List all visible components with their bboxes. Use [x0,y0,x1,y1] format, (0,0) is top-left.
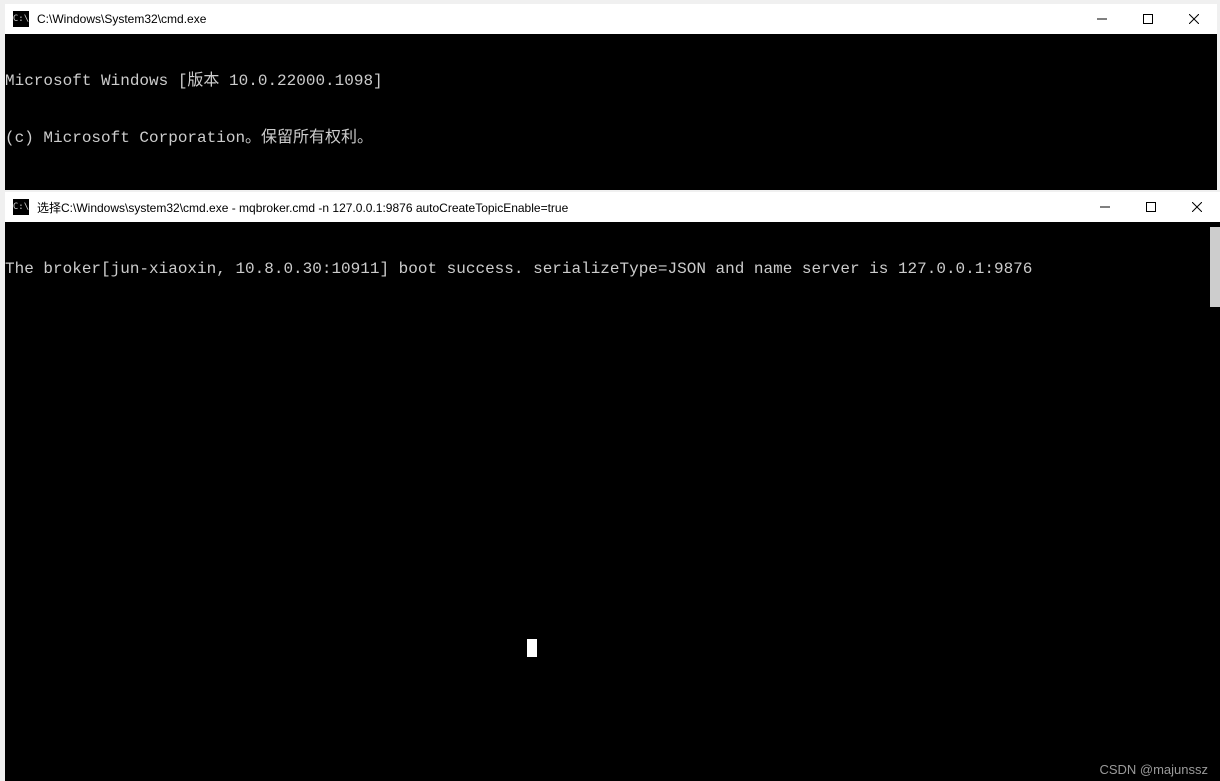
terminal-line: (c) Microsoft Corporation。保留所有权利。 [5,129,1217,148]
cmd-window-1: C:\ C:\Windows\System32\cmd.exe Microsof… [5,4,1217,190]
cmd-icon: C:\ [13,11,29,27]
watermark: CSDN @majunssz [1099,762,1208,777]
window-controls [1082,192,1220,222]
close-button[interactable] [1171,4,1217,34]
close-button[interactable] [1174,192,1220,222]
titlebar[interactable]: C:\ C:\Windows\System32\cmd.exe [5,4,1217,34]
maximize-button[interactable] [1125,4,1171,34]
window-title: 选择C:\Windows\system32\cmd.exe - mqbroker… [37,199,1082,216]
cursor [527,639,537,657]
window-controls [1079,4,1217,34]
terminal-line: Microsoft Windows [版本 10.0.22000.1098] [5,72,1217,91]
terminal-line: The broker[jun-xiaoxin, 10.8.0.30:10911]… [5,260,1220,279]
cmd-window-2: C:\ 选择C:\Windows\system32\cmd.exe - mqbr… [5,192,1220,781]
titlebar[interactable]: C:\ 选择C:\Windows\system32\cmd.exe - mqbr… [5,192,1220,222]
terminal-output[interactable]: Microsoft Windows [版本 10.0.22000.1098] (… [5,34,1217,190]
scrollbar[interactable] [1210,227,1220,307]
window-title: C:\Windows\System32\cmd.exe [37,12,1079,26]
maximize-button[interactable] [1128,192,1174,222]
minimize-button[interactable] [1079,4,1125,34]
terminal-output[interactable]: The broker[jun-xiaoxin, 10.8.0.30:10911]… [5,222,1220,781]
cmd-icon: C:\ [13,199,29,215]
minimize-button[interactable] [1082,192,1128,222]
